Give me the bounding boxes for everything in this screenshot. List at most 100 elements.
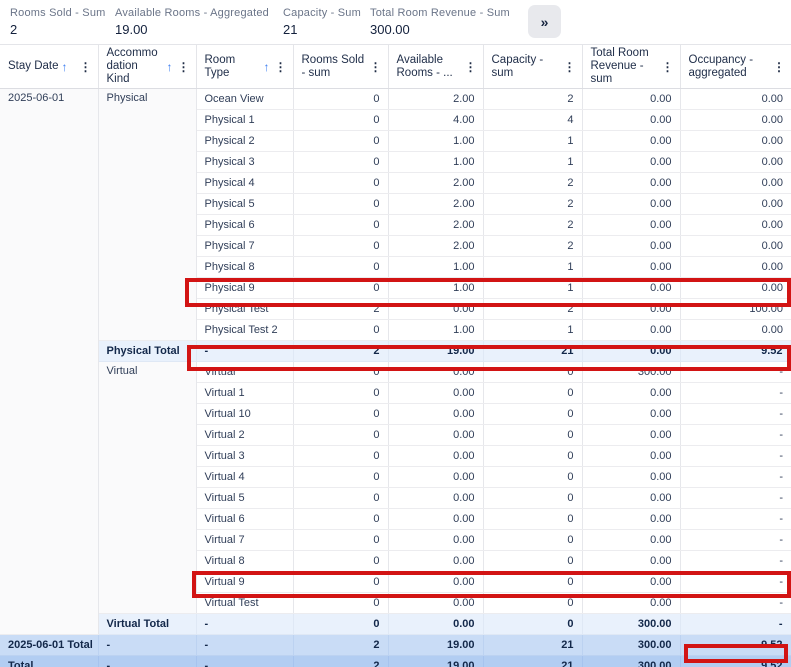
cell-capacity: 0 — [483, 509, 582, 530]
cell-room-type: Physical 6 — [196, 215, 293, 236]
cell-available-rooms: 0.00 — [388, 362, 483, 383]
cell-room-type: Physical 5 — [196, 194, 293, 215]
cell-capacity: 21 — [483, 656, 582, 667]
column-header-label: Stay Date — [8, 60, 59, 73]
cell-total-room-revenue: 300.00 — [582, 362, 680, 383]
table-row-subtotal: Physical Total-219.00210.009.52 — [0, 341, 791, 362]
kpi-card-capacity: Capacity - Sum 21 — [283, 6, 361, 37]
cell-capacity: 21 — [483, 341, 582, 362]
cell-rooms-sold: 0 — [293, 383, 388, 404]
cell-total-room-revenue: 0.00 — [582, 404, 680, 425]
cell-capacity: 2 — [483, 173, 582, 194]
table-row-daytotal: 2025-06-01 Total--219.0021300.009.52 — [0, 635, 791, 656]
cell-total-room-revenue: 0.00 — [582, 509, 680, 530]
cell-room-type: Virtual 5 — [196, 488, 293, 509]
column-header-rooms-sold-sum[interactable]: Rooms Sold - sum⋮ — [293, 45, 388, 89]
column-header-available-rooms[interactable]: Available Rooms - ...⋮ — [388, 45, 483, 89]
cell-capacity: 1 — [483, 320, 582, 341]
pivot-grid-view: Rooms Sold - Sum 2 Available Rooms - Agg… — [0, 0, 791, 667]
cell-rooms-sold: 0 — [293, 530, 388, 551]
expand-kpis-button[interactable]: » — [528, 5, 561, 38]
cell-occupancy: - — [680, 467, 791, 488]
cell-rooms-sold: 0 — [293, 215, 388, 236]
cell-available-rooms: 1.00 — [388, 278, 483, 299]
column-header-accommodation-kind[interactable]: Accommodation Kind↑⋮ — [98, 45, 196, 89]
table-row: 2025-06-01PhysicalOcean View02.0020.000.… — [0, 89, 791, 110]
cell-occupancy: 0.00 — [680, 131, 791, 152]
column-menu-icon[interactable]: ⋮ — [771, 61, 787, 73]
cell-rooms-sold: 0 — [293, 446, 388, 467]
cell-total-room-revenue: 0.00 — [582, 320, 680, 341]
cell-stay-date: 2025-06-01 Total — [0, 635, 98, 656]
cell-capacity: 1 — [483, 278, 582, 299]
column-header-stay-date[interactable]: Stay Date↑ ⋮ — [0, 45, 98, 89]
cell-rooms-sold: 0 — [293, 89, 388, 110]
cell-rooms-sold: 0 — [293, 551, 388, 572]
cell-occupancy: - — [680, 425, 791, 446]
column-menu-icon[interactable]: ⋮ — [78, 61, 94, 73]
column-header-total-room-revenue-sum[interactable]: Total Room Revenue - sum⋮ — [582, 45, 680, 89]
kpi-card-total-room-revenue: Total Room Revenue - Sum 300.00 — [370, 6, 510, 37]
cell-accommodation-kind: Virtual Total — [98, 614, 196, 635]
column-menu-icon[interactable]: ⋮ — [660, 61, 676, 73]
cell-room-type: Physical 2 — [196, 131, 293, 152]
cell-capacity: 1 — [483, 257, 582, 278]
cell-rooms-sold: 0 — [293, 488, 388, 509]
cell-accommodation-kind: Virtual — [98, 362, 196, 614]
kpi-label: Available Rooms - Aggregated — [115, 6, 269, 20]
table-row: VirtualVirtual00.000300.00- — [0, 362, 791, 383]
column-header-label: Capacity - sum — [492, 54, 559, 80]
cell-available-rooms: 0.00 — [388, 299, 483, 320]
cell-rooms-sold: 0 — [293, 131, 388, 152]
column-menu-icon[interactable]: ⋮ — [273, 61, 289, 73]
cell-total-room-revenue: 0.00 — [582, 194, 680, 215]
sort-ascending-icon: ↑ — [264, 60, 270, 74]
cell-room-type: - — [196, 614, 293, 635]
double-chevron-right-icon: » — [541, 14, 549, 30]
column-header-label: Accommodation Kind — [107, 47, 164, 86]
cell-rooms-sold: 0 — [293, 467, 388, 488]
cell-capacity: 2 — [483, 236, 582, 257]
column-menu-icon[interactable]: ⋮ — [463, 61, 479, 73]
cell-occupancy: 0.00 — [680, 257, 791, 278]
column-header-occupancy-aggregated[interactable]: Occupancy - aggregated⋮ — [680, 45, 791, 89]
cell-capacity: 0 — [483, 383, 582, 404]
cell-available-rooms: 0.00 — [388, 509, 483, 530]
sort-ascending-icon: ↑ — [62, 60, 68, 74]
cell-capacity: 2 — [483, 194, 582, 215]
cell-available-rooms: 0.00 — [388, 383, 483, 404]
cell-available-rooms: 0.00 — [388, 425, 483, 446]
cell-capacity: 2 — [483, 215, 582, 236]
cell-room-type: Virtual 1 — [196, 383, 293, 404]
cell-room-type: Virtual 3 — [196, 446, 293, 467]
cell-rooms-sold: 0 — [293, 509, 388, 530]
cell-accommodation-kind: Physical — [98, 89, 196, 341]
column-header-room-type[interactable]: Room Type↑⋮ — [196, 45, 293, 89]
column-menu-icon[interactable]: ⋮ — [368, 61, 384, 73]
cell-capacity: 0 — [483, 551, 582, 572]
cell-occupancy: 0.00 — [680, 152, 791, 173]
cell-total-room-revenue: 0.00 — [582, 257, 680, 278]
cell-rooms-sold: 2 — [293, 635, 388, 656]
cell-rooms-sold: 2 — [293, 341, 388, 362]
cell-available-rooms: 1.00 — [388, 320, 483, 341]
table-body: 2025-06-01PhysicalOcean View02.0020.000.… — [0, 89, 791, 667]
column-header-capacity-sum[interactable]: Capacity - sum⋮ — [483, 45, 582, 89]
cell-occupancy: 9.52 — [680, 635, 791, 656]
cell-occupancy: 0.00 — [680, 89, 791, 110]
cell-capacity: 0 — [483, 362, 582, 383]
cell-room-type: Physical 9 — [196, 278, 293, 299]
cell-rooms-sold: 2 — [293, 299, 388, 320]
kpi-card-available-rooms: Available Rooms - Aggregated 19.00 — [115, 6, 269, 37]
column-menu-icon[interactable]: ⋮ — [176, 61, 192, 73]
column-menu-icon[interactable]: ⋮ — [562, 61, 578, 73]
cell-room-type: Physical Test — [196, 299, 293, 320]
cell-occupancy: - — [680, 404, 791, 425]
cell-capacity: 0 — [483, 425, 582, 446]
cell-capacity: 0 — [483, 488, 582, 509]
cell-occupancy: - — [680, 614, 791, 635]
cell-room-type: Virtual 7 — [196, 530, 293, 551]
table-row-grandtotal: Total--219.0021300.009.52 — [0, 656, 791, 667]
cell-available-rooms: 0.00 — [388, 446, 483, 467]
kpi-value: 19.00 — [115, 22, 269, 37]
